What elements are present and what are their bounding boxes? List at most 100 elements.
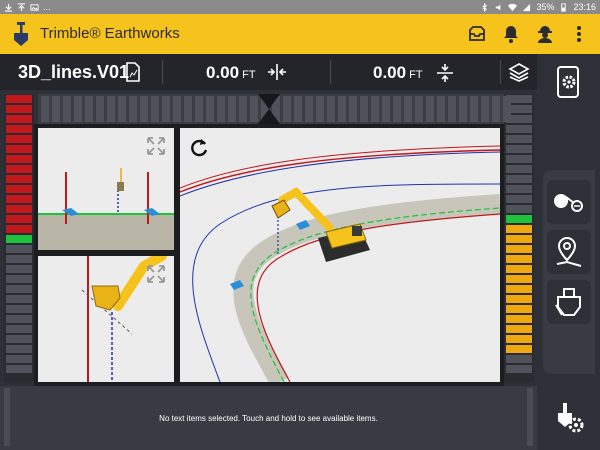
implement-button[interactable]	[547, 280, 591, 324]
guidance-cell	[305, 96, 313, 122]
cross-section-view[interactable]	[38, 128, 174, 250]
guidance-cell	[294, 96, 302, 122]
cross-slope-readout: 0.00 FT	[206, 63, 256, 83]
lightbar-segment	[6, 105, 32, 113]
status-bar: ... 35% 23:16	[0, 0, 600, 14]
lightbar-segment	[6, 335, 32, 343]
message-text: No text items selected. Touch and hold t…	[159, 414, 378, 423]
lightbar-segment	[506, 165, 532, 173]
lightbar-segment	[506, 175, 532, 183]
guidance-cell	[162, 96, 170, 122]
settings-screen-button[interactable]	[547, 60, 591, 104]
lightbar-segment	[506, 235, 532, 243]
guidance-cell	[118, 96, 126, 122]
lightbar-segment	[6, 245, 32, 253]
expand-icon[interactable]	[146, 136, 166, 156]
left-lightbar	[4, 94, 34, 382]
lightbar-segment	[6, 215, 32, 223]
operator-button[interactable]	[532, 22, 558, 46]
trimble-shovel-logo-icon	[14, 22, 28, 46]
vertical-readout: 0.00 FT	[373, 63, 423, 83]
profile-view[interactable]	[38, 251, 174, 382]
design-file-icon[interactable]	[124, 62, 142, 82]
divider	[330, 60, 331, 84]
message-bar-handle[interactable]	[4, 388, 10, 446]
refresh-icon[interactable]	[188, 136, 210, 158]
lightbar-segment	[506, 265, 532, 273]
guidance-cell	[239, 96, 247, 122]
guidance-cell	[415, 96, 423, 122]
lightbar-segment	[6, 355, 32, 363]
lightbar-segment	[6, 365, 32, 373]
design-name[interactable]: 3D_lines.V01	[18, 62, 129, 83]
app-title: Trimble® Earthworks	[40, 25, 180, 42]
divider	[162, 60, 163, 84]
lightbar-segment	[506, 305, 532, 313]
lightbar-segment	[6, 185, 32, 193]
info-bar: 3D_lines.V01 0.00 FT 0.00 FT	[0, 54, 537, 90]
guidance-cell	[481, 96, 489, 122]
clock: 23:16	[573, 2, 596, 12]
guidance-cell	[404, 96, 412, 122]
notifications-button[interactable]	[498, 22, 524, 46]
bell-icon	[504, 26, 518, 43]
download-icon	[4, 3, 13, 12]
lightbar-segment	[6, 315, 32, 323]
message-bar-handle[interactable]	[527, 388, 533, 446]
machine-settings-button[interactable]	[547, 396, 591, 440]
guidance-center-marker	[258, 94, 280, 124]
guidance-cell	[437, 96, 445, 122]
lightbar-segment	[506, 145, 532, 153]
app-bar: Trimble® Earthworks	[0, 14, 600, 54]
lightbar-segment	[506, 295, 532, 303]
tool-button[interactable]	[547, 180, 591, 224]
right-panel	[537, 54, 600, 450]
lightbar-segment	[6, 275, 32, 283]
image-icon	[30, 3, 39, 11]
settings-screen-icon	[557, 66, 579, 98]
lightbar-segment	[506, 245, 532, 253]
guidance-cell	[217, 96, 225, 122]
guidance-cell	[503, 96, 511, 122]
message-bar[interactable]: No text items selected. Touch and hold t…	[0, 386, 537, 450]
lightbar-segment	[6, 145, 32, 153]
location-button[interactable]	[547, 230, 591, 274]
guidance-cell	[492, 96, 500, 122]
lightbar-segment	[6, 325, 32, 333]
guidance-cell	[382, 96, 390, 122]
guidance-cell	[426, 96, 434, 122]
tool-icon	[554, 194, 583, 212]
machine-settings-icon	[558, 403, 584, 433]
cross-slope-unit: FT	[242, 69, 256, 81]
lightbar-segment	[6, 155, 32, 163]
lightbar-segment	[506, 155, 532, 163]
guidance-cell	[63, 96, 71, 122]
guidance-cell	[393, 96, 401, 122]
guidance-cell	[74, 96, 82, 122]
lightbar-segment	[6, 165, 32, 173]
lightbar-segment	[506, 205, 532, 213]
guidance-cell	[184, 96, 192, 122]
lightbar-segment	[506, 285, 532, 293]
inbox-button[interactable]	[464, 22, 490, 46]
layers-icon[interactable]	[508, 62, 530, 82]
more-menu-button[interactable]	[566, 22, 592, 46]
guidance-cell	[316, 96, 324, 122]
guidance-cell	[283, 96, 291, 122]
lightbar-segment	[6, 225, 32, 233]
battery-percent: 35%	[536, 2, 555, 12]
lightbar-segment	[506, 275, 532, 283]
lightbar-segment	[506, 365, 532, 373]
signal-icon	[523, 3, 531, 11]
guidance-cell	[173, 96, 181, 122]
expand-icon[interactable]	[146, 264, 166, 284]
implement-icon	[555, 288, 581, 316]
guidance-cell	[85, 96, 93, 122]
lightbar-segment	[6, 175, 32, 183]
plan-view[interactable]	[179, 128, 501, 387]
lightbar-segment	[6, 135, 32, 143]
lightbar-segment	[6, 285, 32, 293]
lightbar-segment	[506, 315, 532, 323]
vertical-unit: FT	[409, 69, 423, 81]
lightbar-segment	[6, 205, 32, 213]
